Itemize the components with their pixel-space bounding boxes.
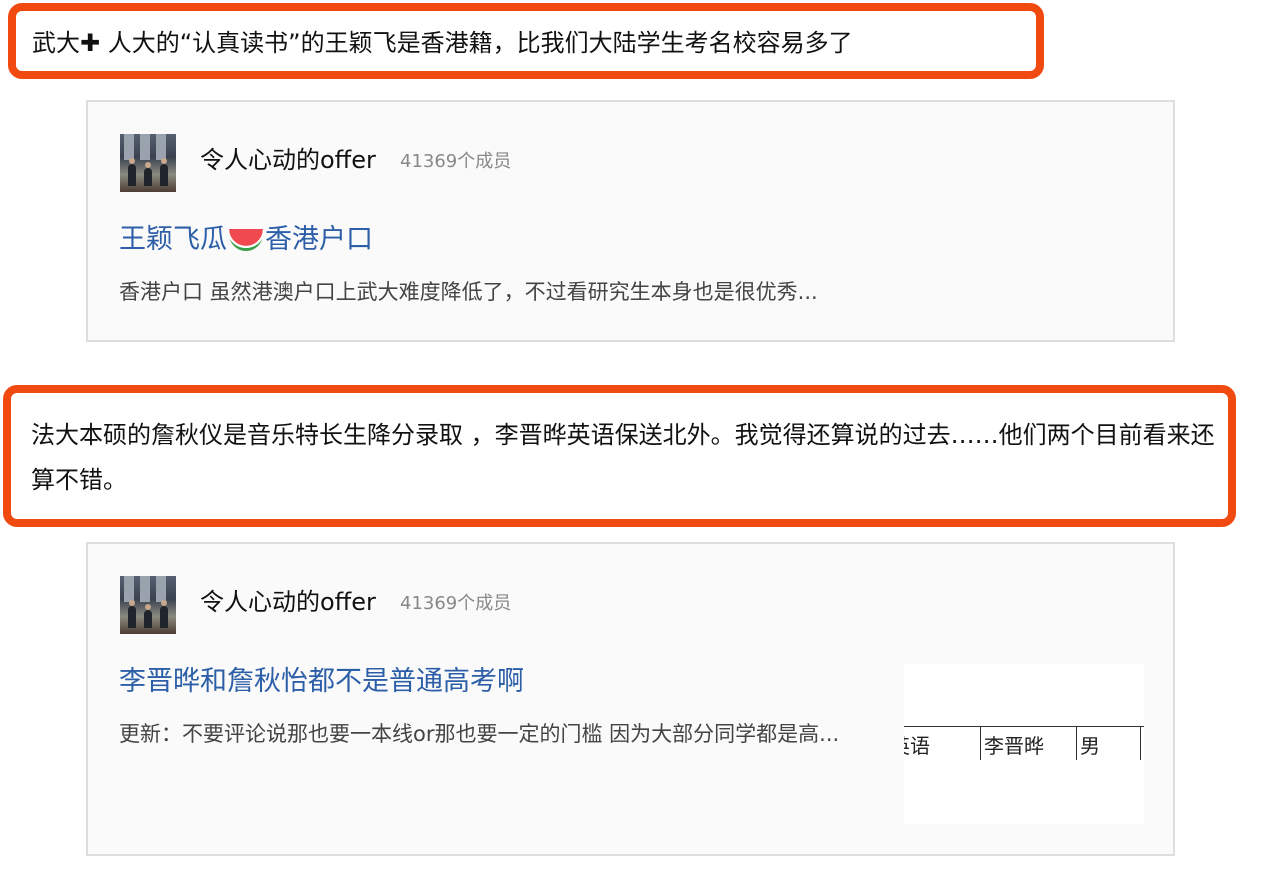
- post-excerpt: 香港户口 虽然港澳户口上武大难度降低了，不过看研究生本身也是很优秀...: [119, 280, 818, 304]
- table-rule: [1076, 726, 1077, 760]
- thumbnail-cell: 英语: [904, 734, 930, 758]
- member-count: 41369个成员: [400, 593, 512, 614]
- thumbnail-cell: 男: [1080, 734, 1100, 758]
- table-rule: [904, 726, 1144, 727]
- post-title-link[interactable]: 王颖飞瓜 香港户口: [119, 224, 373, 256]
- group-avatar[interactable]: [120, 576, 176, 634]
- group-post-card[interactable]: 令人心动的offer 41369个成员 李晋晔和詹秋怡都不是普通高考啊 更新：不…: [86, 542, 1175, 856]
- post-thumbnail[interactable]: 英语 李晋晔 男: [904, 664, 1144, 824]
- highlighted-comment-1: 武大✚ 人大的“认真读书”的王颖飞是香港籍，比我们大陆学生考名校容易多了: [8, 3, 1044, 79]
- post-title-part: 王颖飞瓜: [119, 224, 227, 255]
- group-name[interactable]: 令人心动的offer: [200, 588, 376, 616]
- post-excerpt: 更新：不要评论说那也要一本线or那也要一定的门槛 因为大部分同学都是高...: [119, 722, 840, 746]
- thumbnail-cell: 李晋晔: [984, 734, 1044, 758]
- table-rule: [980, 726, 981, 760]
- highlighted-comment-2: 法大本硕的詹秋仪是音乐特长生降分录取 ，李晋晔英语保送北外。我觉得还算说的过去……: [3, 385, 1236, 527]
- watermelon-icon: [229, 229, 263, 251]
- post-title-link[interactable]: 李晋晔和詹秋怡都不是普通高考啊: [119, 666, 524, 698]
- group-name[interactable]: 令人心动的offer: [200, 146, 376, 174]
- highlighted-comment-text: 武大✚ 人大的“认真读书”的王颖飞是香港籍，比我们大陆学生考名校容易多了: [32, 29, 853, 57]
- group-post-card[interactable]: 令人心动的offer 41369个成员 王颖飞瓜 香港户口 香港户口 虽然港澳户口…: [86, 100, 1175, 342]
- table-rule: [1140, 726, 1141, 760]
- member-count: 41369个成员: [400, 151, 512, 172]
- group-avatar[interactable]: [120, 134, 176, 192]
- post-title-part: 香港户口: [265, 224, 373, 255]
- highlighted-comment-text: 法大本硕的詹秋仪是音乐特长生降分录取 ，李晋晔英语保送北外。我觉得还算说的过去……: [31, 421, 1215, 494]
